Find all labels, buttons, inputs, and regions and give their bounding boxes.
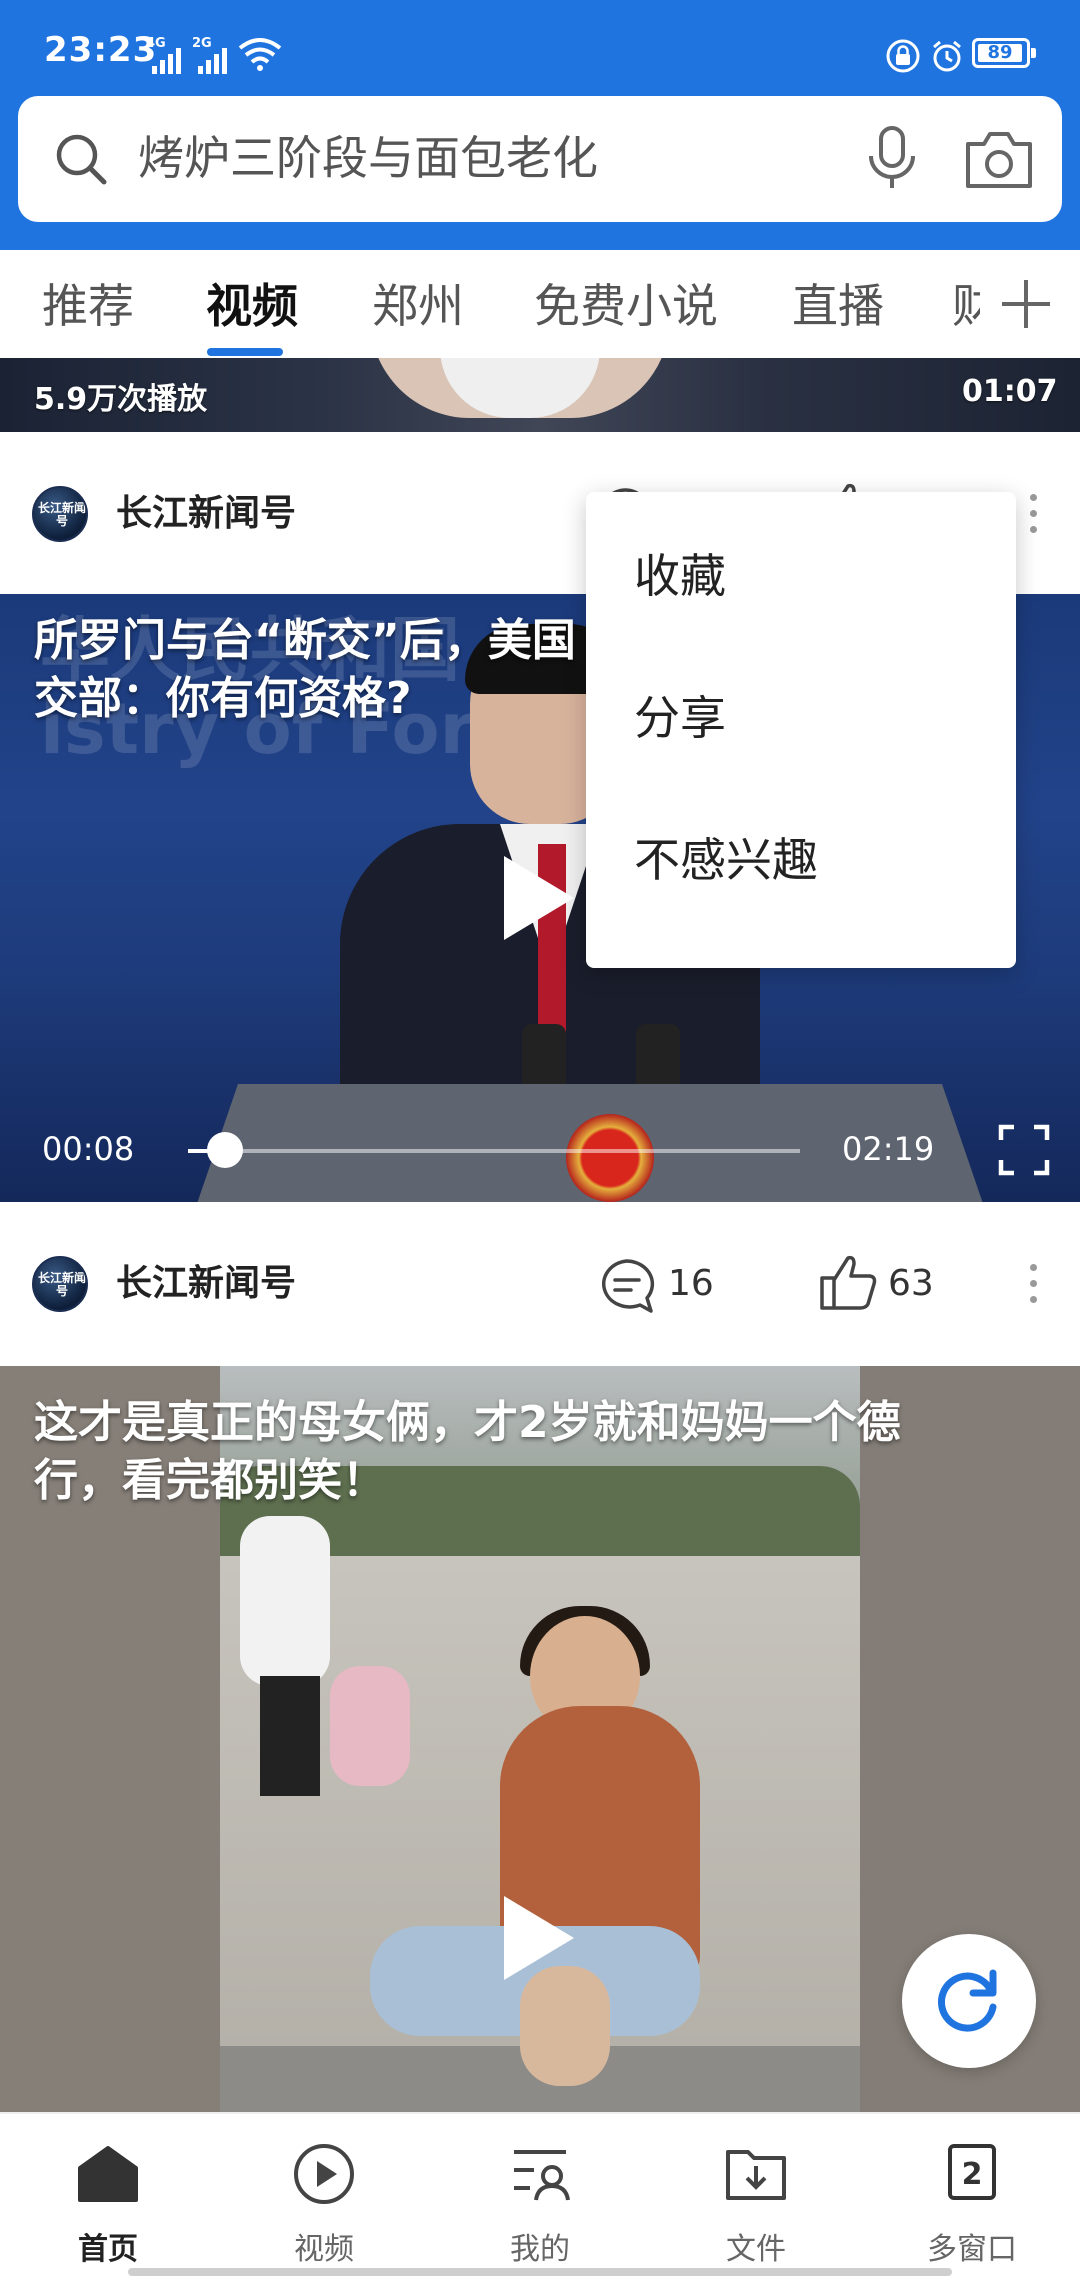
tab-live[interactable]: 直播 bbox=[792, 276, 884, 336]
like-count: 63 bbox=[888, 1263, 934, 1304]
nav-multi-window[interactable]: 2 多窗口 bbox=[864, 2114, 1080, 2280]
nav-mine-label: 我的 bbox=[510, 2232, 570, 2267]
avatar-logo-text: 长江新闻号 bbox=[37, 501, 86, 528]
channel-tabs: 推荐 视频 郑州 免费小说 直播 财 bbox=[0, 250, 1080, 358]
video-thumbnail-partial[interactable]: 5.9万次播放 01:07 bbox=[0, 358, 1080, 432]
nav-multi-window-label: 多窗口 bbox=[927, 2232, 1017, 2267]
video-title-line2: 交部：你有何资格? bbox=[34, 673, 412, 724]
post-meta-row: 长江新闻号 长江新闻号 16 63 bbox=[0, 1202, 1080, 1362]
tab-free-novels[interactable]: 免费小说 bbox=[534, 276, 718, 336]
gesture-bar[interactable] bbox=[128, 2268, 952, 2276]
search-bar[interactable]: 烤炉三阶段与面包老化 bbox=[18, 96, 1062, 222]
folder-download-icon bbox=[726, 2150, 786, 2200]
camera-icon[interactable] bbox=[964, 126, 1034, 192]
nav-files[interactable]: 文件 bbox=[648, 2114, 864, 2280]
more-options-icon[interactable] bbox=[1030, 1262, 1038, 1306]
menu-item-not-interested[interactable]: 不感兴趣 bbox=[634, 828, 818, 892]
tab-video[interactable]: 视频 bbox=[206, 276, 298, 336]
play-icon[interactable] bbox=[504, 1896, 574, 1980]
alarm-icon bbox=[933, 40, 961, 72]
video-title: 这才是真正的母女俩，才2岁就和妈妈一个德 行，看完都别笑！ bbox=[34, 1394, 901, 1510]
comment-count: 16 bbox=[668, 1263, 714, 1304]
play-circle-icon bbox=[294, 2144, 354, 2204]
bottom-navigation: 首页 视频 我的 文件 2 多窗口 bbox=[0, 2112, 1080, 2280]
context-menu: 收藏 分享 不感兴趣 bbox=[586, 492, 1016, 968]
like-icon[interactable] bbox=[818, 1252, 878, 1312]
progress-thumb[interactable] bbox=[206, 1132, 243, 1168]
menu-item-share[interactable]: 分享 bbox=[634, 686, 726, 750]
video-title: 所罗门与台“断交”后，美国 交部：你有何资格? bbox=[34, 612, 576, 728]
play-icon[interactable] bbox=[504, 856, 574, 940]
avatar[interactable]: 长江新闻号 bbox=[32, 1256, 88, 1312]
play-count: 5.9万次播放 bbox=[34, 382, 208, 417]
avatar-logo-text: 长江新闻号 bbox=[37, 1271, 86, 1298]
home-icon bbox=[78, 2146, 138, 2202]
tab-recommend[interactable]: 推荐 bbox=[42, 276, 134, 336]
nav-files-label: 文件 bbox=[726, 2232, 786, 2267]
nav-mine[interactable]: 我的 bbox=[432, 2114, 648, 2280]
author-name[interactable]: 长江新闻号 bbox=[116, 490, 296, 538]
nav-video[interactable]: 视频 bbox=[216, 2114, 432, 2280]
battery-level: 89 bbox=[987, 42, 1013, 63]
battery-icon: 89 bbox=[972, 38, 1036, 68]
refresh-icon bbox=[937, 1969, 997, 2032]
screen-lock-icon bbox=[886, 39, 920, 73]
window-count: 2 bbox=[962, 2157, 983, 2192]
menu-item-favorite[interactable]: 收藏 bbox=[634, 544, 726, 608]
refresh-button[interactable] bbox=[902, 1934, 1036, 2068]
microphone-icon[interactable] bbox=[866, 126, 918, 192]
nav-home[interactable]: 首页 bbox=[0, 2114, 216, 2280]
wifi-icon bbox=[238, 38, 282, 71]
national-emblem-icon bbox=[566, 1114, 654, 1202]
search-input[interactable]: 烤炉三阶段与面包老化 bbox=[138, 126, 598, 190]
status-time: 23:23 bbox=[44, 30, 158, 70]
tab-finance-partial[interactable]: 财 bbox=[952, 276, 980, 336]
comment-icon[interactable] bbox=[598, 1258, 656, 1314]
fullscreen-icon[interactable] bbox=[998, 1124, 1050, 1176]
profile-list-icon bbox=[514, 2150, 570, 2201]
video-title-line1: 这才是真正的母女俩，才2岁就和妈妈一个德 bbox=[34, 1397, 901, 1448]
nav-home-label: 首页 bbox=[78, 2232, 138, 2267]
current-time: 00:08 bbox=[42, 1130, 135, 1168]
total-time: 02:19 bbox=[842, 1130, 935, 1168]
progress-bar[interactable] bbox=[188, 1149, 800, 1153]
video-title-line2: 行，看完都别笑！ bbox=[34, 1455, 386, 1506]
author-name[interactable]: 长江新闻号 bbox=[116, 1260, 296, 1308]
avatar[interactable]: 长江新闻号 bbox=[32, 486, 88, 542]
multi-window-icon: 2 bbox=[948, 2144, 996, 2200]
top-header: 23:23 4G 2G 89 烤炉三阶段与面包老化 bbox=[0, 0, 1080, 250]
add-channel-icon[interactable] bbox=[996, 274, 1056, 334]
active-tab-indicator bbox=[207, 348, 283, 356]
video-duration: 01:07 bbox=[962, 374, 1058, 409]
status-bar: 23:23 4G 2G 89 bbox=[0, 0, 1080, 100]
search-icon bbox=[56, 134, 107, 185]
nav-video-label: 视频 bbox=[294, 2232, 354, 2267]
video-title-line1: 所罗门与台“断交”后，美国 bbox=[34, 615, 576, 666]
more-options-icon[interactable] bbox=[1030, 492, 1038, 536]
tab-zhengzhou[interactable]: 郑州 bbox=[372, 276, 464, 336]
